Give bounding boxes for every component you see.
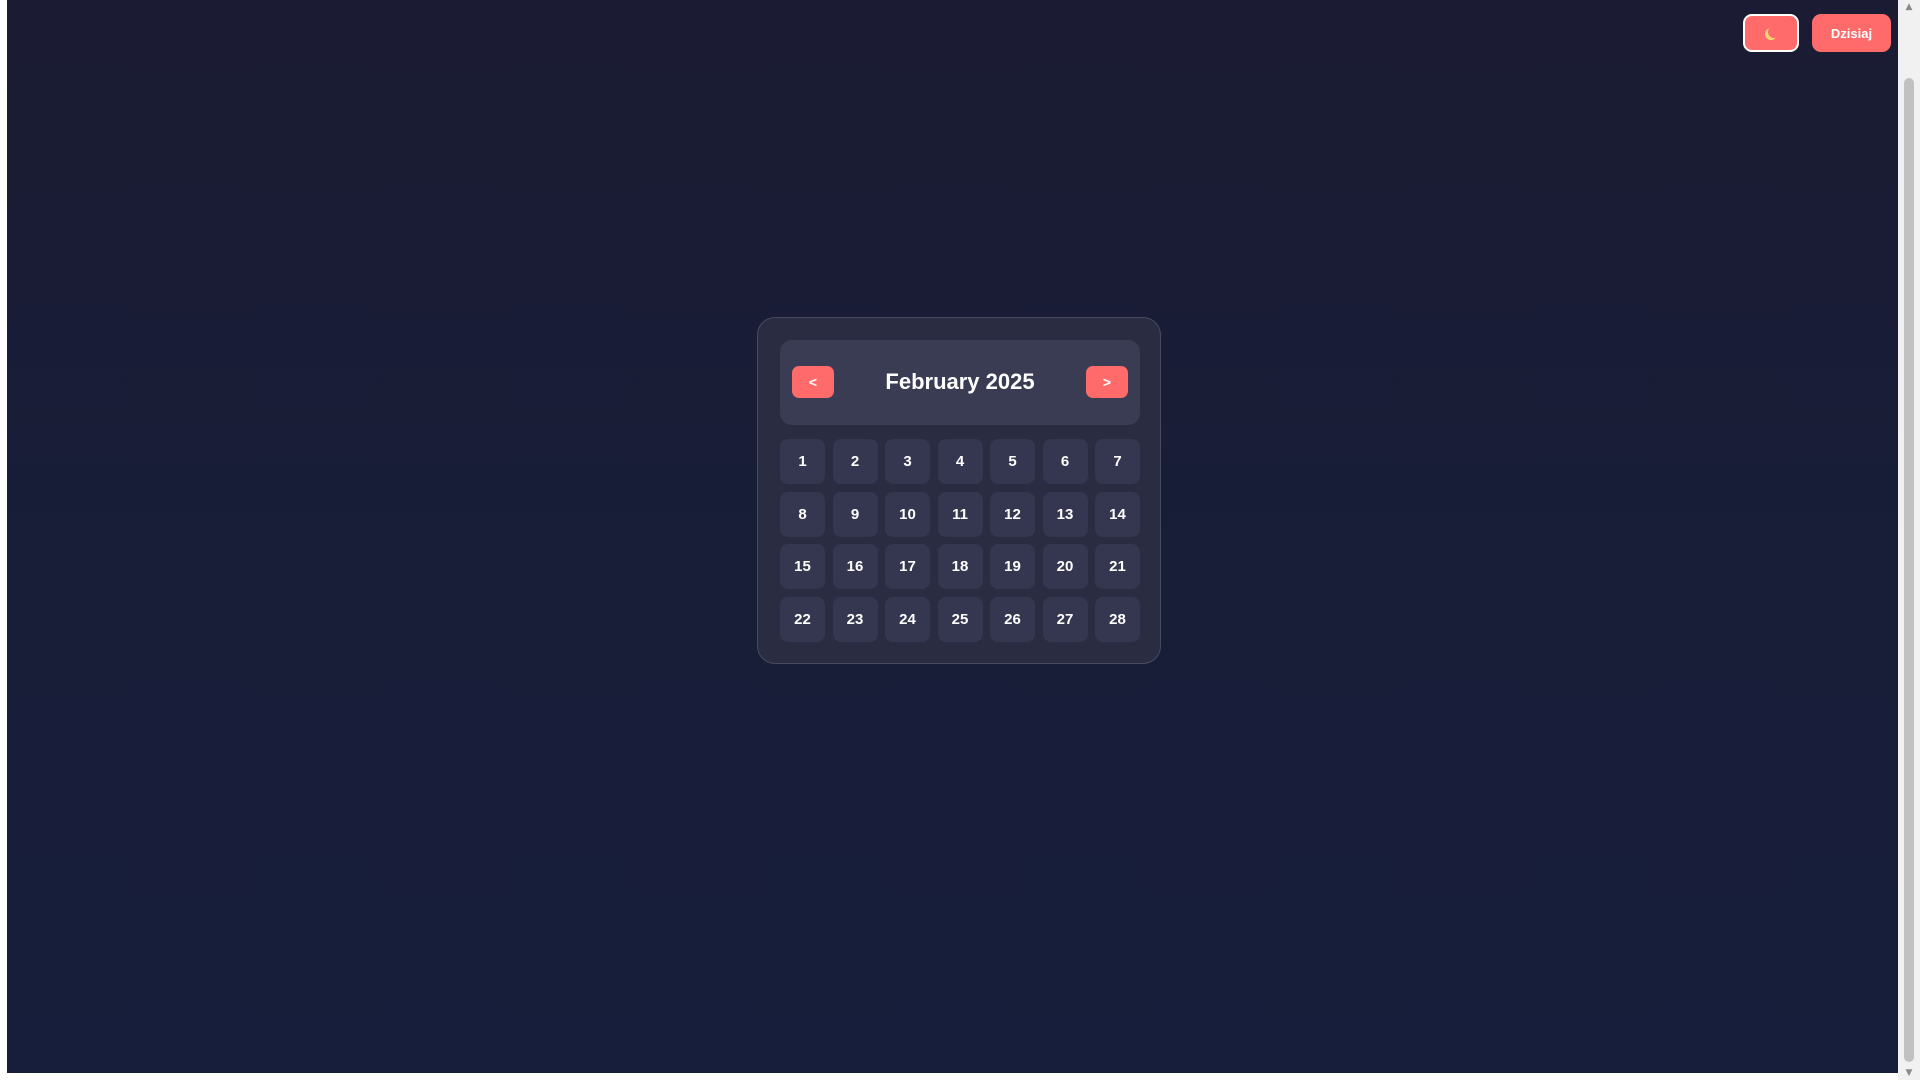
days-grid: 1 2 3 4 5 6 7 8 9 10 11 12 13 14 15 16 1…	[780, 439, 1140, 642]
day-cell[interactable]: 4	[937, 439, 983, 484]
left-edge	[0, 0, 7, 1080]
day-cell[interactable]: 2	[832, 439, 878, 484]
day-cell[interactable]: 21	[1095, 544, 1140, 589]
day-cell[interactable]: 14	[1095, 491, 1140, 537]
day-cell[interactable]: 13	[1042, 491, 1088, 537]
day-cell[interactable]: 25	[937, 596, 983, 642]
moon-icon	[1768, 26, 1780, 38]
day-cell[interactable]: 28	[1095, 596, 1140, 642]
day-cell[interactable]: 3	[885, 439, 930, 484]
next-month-button[interactable]: >	[1086, 366, 1128, 398]
day-cell[interactable]: 11	[937, 491, 983, 537]
vertical-scrollbar[interactable]: ▲ ▼	[1898, 0, 1920, 1080]
page-background: < February 2025 > 1 2 3 4 5 6 7 8 9 10 1…	[7, 0, 1898, 1073]
day-cell[interactable]: 5	[990, 439, 1035, 484]
day-cell[interactable]: 16	[832, 544, 878, 589]
day-cell[interactable]: 26	[990, 596, 1035, 642]
day-cell[interactable]: 24	[885, 596, 930, 642]
day-cell[interactable]: 7	[1095, 439, 1140, 484]
bottom-edge	[0, 1073, 1898, 1080]
day-cell[interactable]: 20	[1042, 544, 1088, 589]
day-cell[interactable]: 22	[780, 596, 825, 642]
day-cell[interactable]: 8	[780, 491, 825, 537]
calendar-card: < February 2025 > 1 2 3 4 5 6 7 8 9 10 1…	[757, 317, 1161, 664]
today-button[interactable]: Dzisiaj	[1812, 14, 1891, 52]
calendar-header: < February 2025 >	[780, 340, 1140, 425]
scroll-up-arrow-icon[interactable]: ▲	[1898, 0, 1920, 14]
scrollbar-thumb[interactable]	[1904, 78, 1914, 1062]
day-cell[interactable]: 6	[1042, 439, 1088, 484]
theme-toggle-button[interactable]	[1743, 14, 1799, 52]
day-cell[interactable]: 23	[832, 596, 878, 642]
day-cell[interactable]: 1	[780, 439, 825, 484]
day-cell[interactable]: 10	[885, 491, 930, 537]
day-cell[interactable]: 9	[832, 491, 878, 537]
day-cell[interactable]: 15	[780, 544, 825, 589]
day-cell[interactable]: 19	[990, 544, 1035, 589]
day-cell[interactable]: 12	[990, 491, 1035, 537]
scroll-down-arrow-icon[interactable]: ▼	[1898, 1066, 1920, 1080]
day-cell[interactable]: 18	[937, 544, 983, 589]
day-cell[interactable]: 17	[885, 544, 930, 589]
day-cell[interactable]: 27	[1042, 596, 1088, 642]
